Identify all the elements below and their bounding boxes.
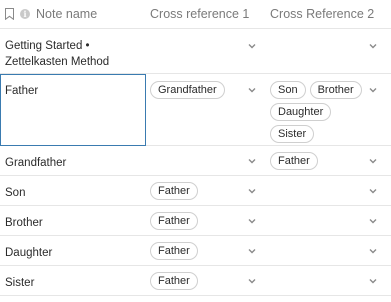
table-row[interactable]: Grandfather Father bbox=[0, 146, 391, 176]
chevron-down-icon[interactable] bbox=[368, 156, 378, 166]
chevron-down-icon[interactable] bbox=[368, 186, 378, 196]
reference-chip[interactable]: Father bbox=[150, 212, 198, 230]
cross-reference-2-cell[interactable]: Father bbox=[270, 152, 365, 170]
cross-reference-1-cell[interactable]: Father bbox=[150, 242, 245, 260]
table-header: i Note name Cross reference 1 Cross Refe… bbox=[0, 0, 391, 29]
info-icon[interactable]: i bbox=[20, 9, 30, 19]
chevron-down-icon[interactable] bbox=[247, 41, 257, 51]
column-header-note-name[interactable]: i Note name bbox=[0, 7, 97, 21]
reference-chip[interactable]: Daughter bbox=[270, 103, 332, 121]
cross-reference-1-cell[interactable]: Grandfather bbox=[150, 81, 245, 99]
note-name-cell[interactable]: Grandfather bbox=[5, 155, 135, 171]
table-row[interactable]: Daughter Father bbox=[0, 236, 391, 266]
note-name-cell[interactable]: Sister bbox=[5, 275, 135, 291]
note-name-cell[interactable]: Getting Started • Zettelkasten Method bbox=[5, 38, 135, 70]
table-row[interactable]: Getting Started • Zettelkasten Method bbox=[0, 29, 391, 74]
column-header-cross-reference-1[interactable]: Cross reference 1 bbox=[150, 7, 249, 21]
note-name-cell[interactable]: Son bbox=[5, 185, 135, 201]
chevron-down-icon[interactable] bbox=[368, 276, 378, 286]
cross-reference-2-cell[interactable]: Son Brother Daughter Sister bbox=[270, 81, 365, 143]
table-row[interactable]: Brother Father bbox=[0, 206, 391, 236]
chevron-down-icon[interactable] bbox=[368, 246, 378, 256]
chevron-down-icon[interactable] bbox=[247, 156, 257, 166]
table-row[interactable]: Father Grandfather Son Brother Daughter Siste… bbox=[0, 74, 391, 146]
note-name-cell[interactable]: Daughter bbox=[5, 245, 135, 261]
chevron-down-icon[interactable] bbox=[368, 41, 378, 51]
reference-chip[interactable]: Father bbox=[270, 152, 318, 170]
column-header-cross-reference-2[interactable]: Cross Reference 2 bbox=[270, 7, 374, 21]
reference-chip[interactable]: Son bbox=[270, 81, 306, 99]
table-row[interactable]: Sister Father bbox=[0, 266, 391, 296]
cross-reference-1-cell[interactable]: Father bbox=[150, 272, 245, 290]
bookmark-icon[interactable] bbox=[5, 8, 14, 20]
reference-chip[interactable]: Brother bbox=[309, 81, 362, 99]
chevron-down-icon[interactable] bbox=[368, 216, 378, 226]
chevron-down-icon[interactable] bbox=[368, 85, 378, 95]
chevron-down-icon[interactable] bbox=[247, 246, 257, 256]
chevron-down-icon[interactable] bbox=[247, 186, 257, 196]
reference-chip[interactable]: Father bbox=[150, 272, 198, 290]
reference-chip[interactable]: Father bbox=[150, 242, 198, 260]
reference-chip[interactable]: Grandfather bbox=[150, 81, 225, 99]
note-name-label: Note name bbox=[36, 7, 98, 21]
note-name-cell[interactable]: Brother bbox=[5, 215, 135, 231]
cross-reference-1-cell[interactable]: Father bbox=[150, 182, 245, 200]
reference-chip[interactable]: Father bbox=[150, 182, 198, 200]
cross-reference-1-cell[interactable]: Father bbox=[150, 212, 245, 230]
reference-chip[interactable]: Sister bbox=[270, 125, 315, 143]
notes-table: i Note name Cross reference 1 Cross Refe… bbox=[0, 0, 391, 302]
chevron-down-icon[interactable] bbox=[247, 85, 257, 95]
table-row[interactable]: Son Father bbox=[0, 176, 391, 206]
chevron-down-icon[interactable] bbox=[247, 216, 257, 226]
note-name-cell[interactable]: Father bbox=[5, 83, 135, 99]
chevron-down-icon[interactable] bbox=[247, 276, 257, 286]
